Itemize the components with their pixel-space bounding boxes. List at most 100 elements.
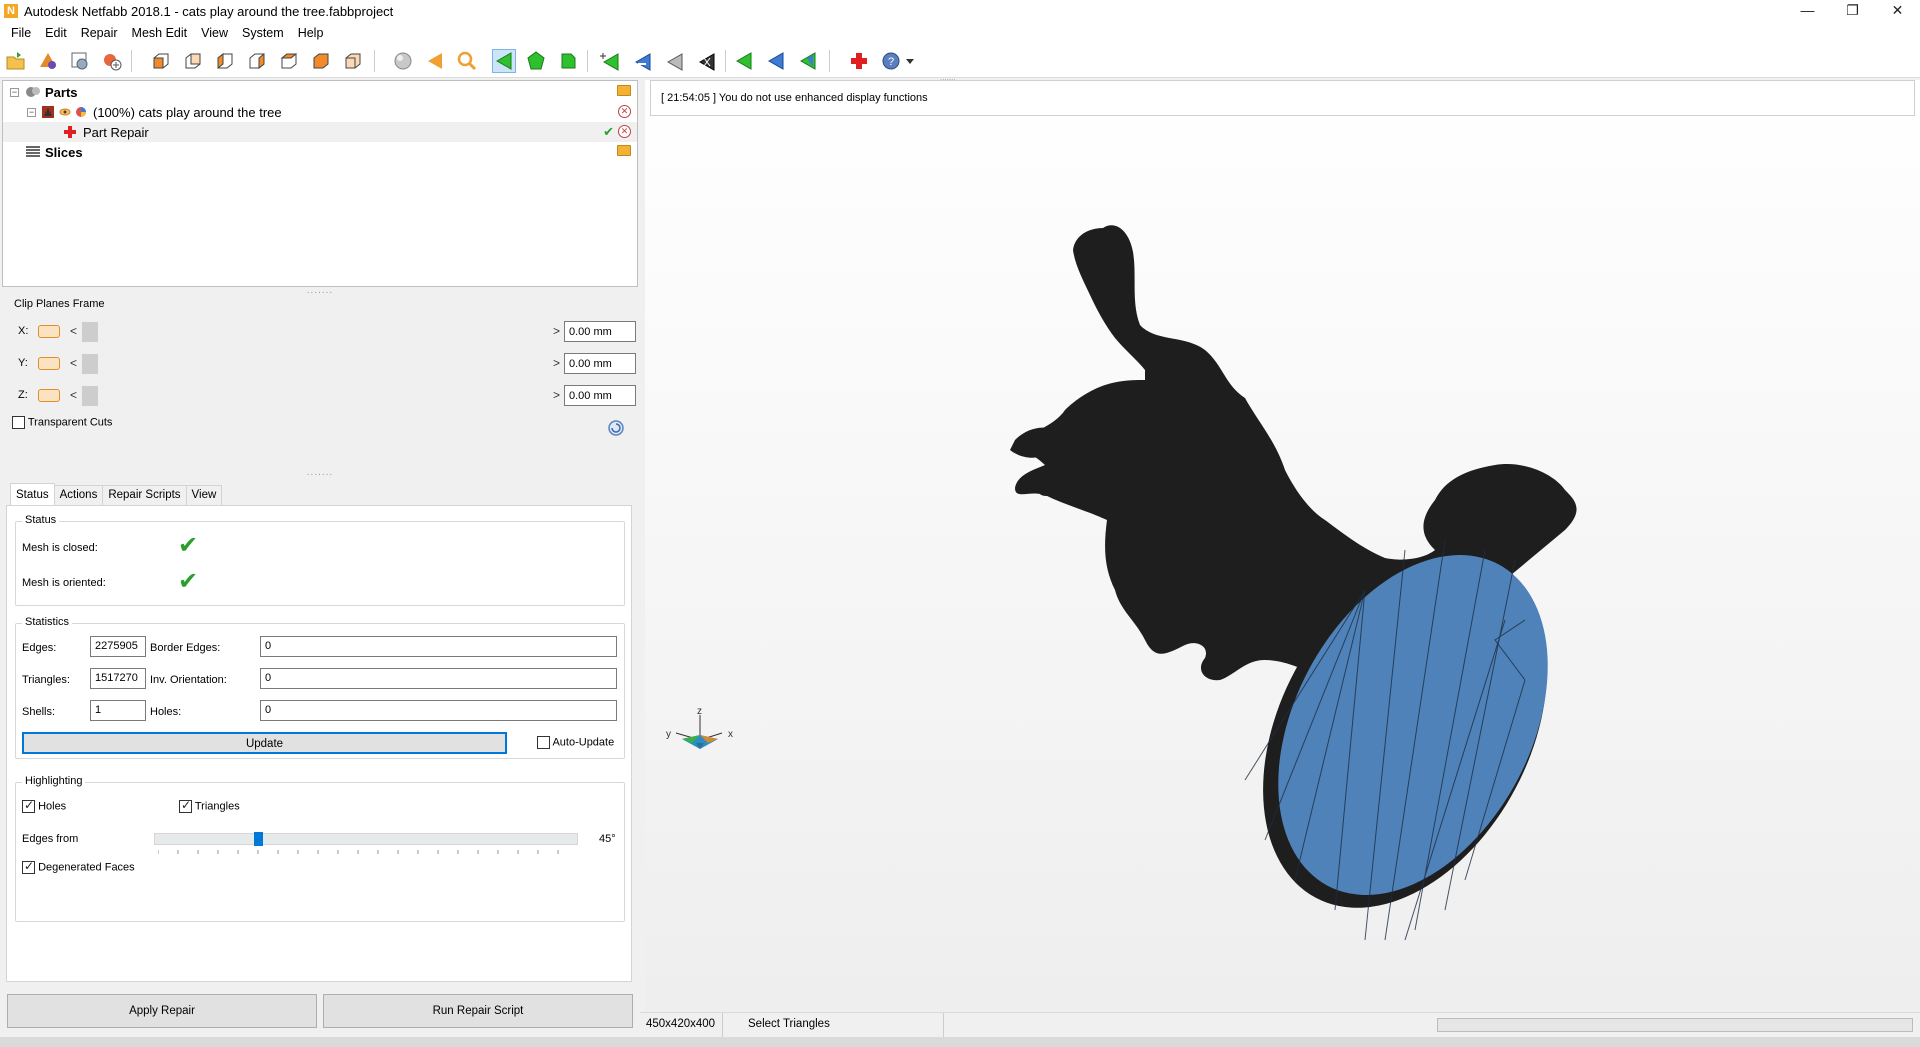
clip-y-toggle-icon[interactable] bbox=[38, 357, 60, 370]
transparent-cuts-row[interactable]: Transparent Cuts bbox=[12, 416, 112, 429]
apply-repair-button[interactable]: Apply Repair bbox=[7, 994, 317, 1028]
auto-update-checkbox[interactable] bbox=[537, 736, 550, 749]
clip-x-slider[interactable] bbox=[82, 322, 552, 342]
shaded-sphere-icon[interactable] bbox=[392, 50, 414, 72]
eye-icon[interactable] bbox=[59, 106, 71, 118]
previous-view-icon[interactable] bbox=[424, 50, 446, 72]
view-top-icon[interactable] bbox=[278, 50, 300, 72]
clip-z-input[interactable] bbox=[564, 385, 636, 406]
confirm-check-icon[interactable]: ✔ bbox=[603, 125, 614, 138]
menu-view[interactable]: View bbox=[194, 26, 235, 40]
select-triangles-icon[interactable] bbox=[492, 49, 516, 73]
splitter-grip[interactable]: ....... bbox=[2, 468, 638, 478]
repair-cross-icon bbox=[64, 126, 76, 138]
restore-icon[interactable]: ❐ bbox=[1830, 0, 1875, 22]
menu-repair[interactable]: Repair bbox=[74, 26, 125, 40]
help-icon[interactable]: ? bbox=[880, 50, 902, 72]
clip-z-left-arrow[interactable]: < bbox=[70, 388, 77, 402]
auto-update-row[interactable]: Auto-Update bbox=[537, 736, 614, 749]
flip-mixed-icon[interactable] bbox=[797, 50, 819, 72]
menu-help[interactable]: Help bbox=[291, 26, 331, 40]
slider-thumb[interactable] bbox=[254, 832, 263, 846]
tree-row-slices[interactable]: Slices bbox=[3, 142, 637, 162]
triangles-highlight-row[interactable]: Triangles bbox=[179, 798, 240, 813]
select-shells-icon[interactable] bbox=[557, 50, 579, 72]
slider-thumb[interactable] bbox=[82, 322, 98, 342]
view-front-icon[interactable] bbox=[150, 50, 172, 72]
collapse-icon[interactable]: − bbox=[27, 107, 36, 117]
triangles-highlight-label: Triangles bbox=[194, 800, 240, 813]
3d-viewport[interactable]: z y x bbox=[645, 80, 1920, 1012]
degenerated-faces-checkbox[interactable] bbox=[22, 859, 35, 874]
vertical-splitter[interactable] bbox=[638, 80, 645, 1040]
clip-x-toggle-icon[interactable] bbox=[38, 325, 60, 338]
menu-edit[interactable]: Edit bbox=[38, 26, 74, 40]
remove-triangle-icon[interactable] bbox=[664, 50, 686, 72]
clip-z-toggle-icon[interactable] bbox=[38, 389, 60, 402]
clip-z-slider[interactable] bbox=[82, 386, 552, 406]
flip-blue-icon[interactable] bbox=[765, 50, 787, 72]
zoom-icon[interactable] bbox=[456, 50, 478, 72]
menu-mesh-edit[interactable]: Mesh Edit bbox=[125, 26, 195, 40]
view-right-icon[interactable] bbox=[246, 50, 268, 72]
clip-y-input[interactable] bbox=[564, 353, 636, 374]
toolbar: ? bbox=[0, 44, 1920, 78]
splitter-grip[interactable]: ....... bbox=[2, 286, 638, 296]
clip-x-right-arrow[interactable]: > bbox=[553, 324, 560, 338]
triangles-checkbox[interactable] bbox=[179, 798, 192, 813]
clip-x-input[interactable] bbox=[564, 321, 636, 342]
tree-row-part[interactable]: − (100%) cats play around the tree ✕ bbox=[3, 102, 637, 122]
view-iso-icon[interactable] bbox=[342, 50, 364, 72]
holes-checkbox[interactable] bbox=[22, 798, 35, 813]
axis-y-label: y bbox=[666, 729, 671, 740]
view-bottom-icon[interactable] bbox=[310, 50, 332, 72]
clip-y-left-arrow[interactable]: < bbox=[70, 356, 77, 370]
transparent-cuts-checkbox[interactable] bbox=[12, 416, 25, 429]
repair-cross-icon[interactable] bbox=[848, 50, 870, 72]
edges-angle-slider[interactable] bbox=[154, 832, 578, 846]
folder-icon[interactable] bbox=[617, 85, 631, 96]
tab-repair-scripts[interactable]: Repair Scripts bbox=[102, 485, 187, 505]
mesh-oriented-check-icon: ✔ bbox=[178, 568, 199, 595]
clip-x-left-arrow[interactable]: < bbox=[70, 324, 77, 338]
viewport-grip[interactable]: ....... bbox=[940, 74, 970, 82]
tree-row-parts[interactable]: − Parts bbox=[3, 82, 637, 102]
holes-highlight-label: Holes bbox=[38, 800, 67, 813]
part-settings-icon[interactable] bbox=[69, 50, 91, 72]
folder-icon[interactable] bbox=[617, 145, 631, 156]
color-icon[interactable] bbox=[75, 106, 87, 118]
degenerated-faces-row[interactable]: Degenerated Faces bbox=[22, 859, 135, 874]
remove-all-icon[interactable] bbox=[696, 50, 718, 72]
add-triangle-blue-icon[interactable] bbox=[632, 50, 654, 72]
tree-row-part-repair[interactable]: Part Repair ✔ ✕ bbox=[3, 122, 637, 142]
add-triangle-icon[interactable] bbox=[600, 50, 622, 72]
open-project-icon[interactable] bbox=[5, 50, 27, 72]
view-left-icon[interactable] bbox=[214, 50, 236, 72]
holes-highlight-row[interactable]: Holes bbox=[22, 798, 67, 813]
reset-icon[interactable] bbox=[607, 419, 625, 437]
collapse-icon[interactable]: − bbox=[10, 87, 19, 97]
add-instance-icon[interactable] bbox=[101, 50, 123, 72]
remove-part-icon[interactable]: ✕ bbox=[618, 105, 631, 118]
menu-system[interactable]: System bbox=[235, 26, 291, 40]
model-render[interactable] bbox=[645, 80, 1920, 1012]
select-surfaces-icon[interactable] bbox=[525, 50, 547, 72]
clip-z-right-arrow[interactable]: > bbox=[553, 388, 560, 402]
clip-y-right-arrow[interactable]: > bbox=[553, 356, 560, 370]
close-icon[interactable]: ✕ bbox=[1875, 0, 1920, 22]
tab-status[interactable]: Status bbox=[10, 483, 55, 505]
flip-green-icon[interactable] bbox=[733, 50, 755, 72]
update-button[interactable]: Update bbox=[22, 732, 507, 754]
slider-thumb[interactable] bbox=[82, 386, 98, 406]
add-part-icon[interactable] bbox=[37, 50, 59, 72]
tab-actions[interactable]: Actions bbox=[53, 485, 104, 505]
cancel-repair-icon[interactable]: ✕ bbox=[618, 125, 631, 138]
slider-thumb[interactable] bbox=[82, 354, 98, 374]
minimize-icon[interactable]: — bbox=[1785, 0, 1830, 22]
tab-view[interactable]: View bbox=[185, 485, 223, 505]
clip-y-slider[interactable] bbox=[82, 354, 552, 374]
view-back-icon[interactable] bbox=[182, 50, 204, 72]
chevron-down-icon[interactable] bbox=[904, 50, 916, 72]
run-repair-script-button[interactable]: Run Repair Script bbox=[323, 994, 633, 1028]
menu-file[interactable]: File bbox=[4, 26, 38, 40]
